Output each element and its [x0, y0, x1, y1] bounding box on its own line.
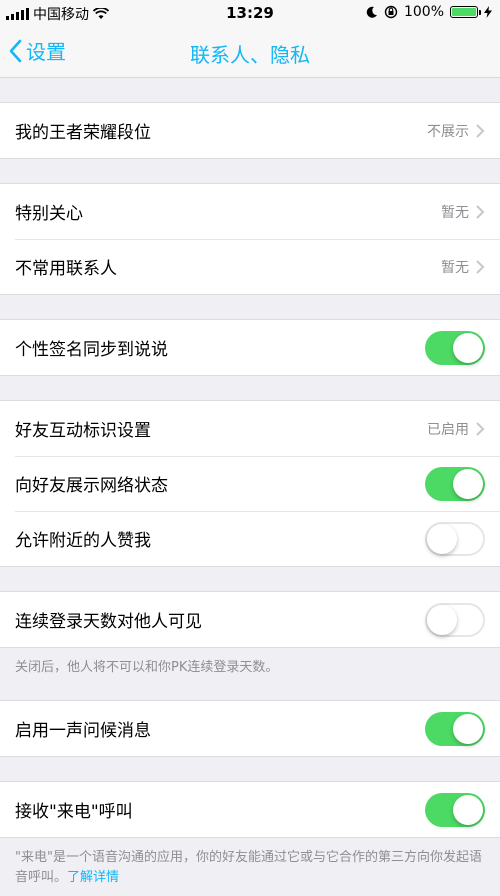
group-call: 接收"来电"呼叫	[0, 781, 500, 838]
charging-bolt-icon	[484, 6, 492, 18]
battery-icon	[450, 6, 481, 18]
battery-percent: 100%	[403, 4, 444, 20]
group-greeting: 启用一声问候消息	[0, 700, 500, 757]
row-label: 连续登录天数对他人可见	[15, 612, 202, 632]
login-days-note: 关闭后，他人将不可以和你PK连续登录天数。	[15, 660, 279, 675]
row-uncommon-contacts[interactable]: 不常用联系人 暂无	[0, 239, 500, 294]
navigation-bar: 设置 联系人、隐私	[0, 26, 500, 78]
group-friends: 好友互动标识设置 已启用 向好友展示网络状态 允许附近的人赞我	[0, 400, 500, 567]
signature-sync-toggle[interactable]	[425, 330, 485, 365]
group-signature: 个性签名同步到说说	[0, 319, 500, 376]
row-label: 不常用联系人	[15, 259, 117, 279]
group-contacts: 特别关心 暂无 不常用联系人 暂无	[0, 183, 500, 295]
row-greeting: 启用一声问候消息	[0, 701, 500, 756]
row-login-days: 连续登录天数对他人可见	[0, 592, 500, 647]
group-rank: 我的王者荣耀段位 不展示	[0, 102, 500, 159]
login-days-toggle[interactable]	[425, 602, 485, 637]
row-rank[interactable]: 我的王者荣耀段位 不展示	[0, 103, 500, 158]
row-label: 启用一声问候消息	[15, 721, 151, 741]
moon-icon	[366, 6, 377, 18]
row-label: 我的王者荣耀段位	[15, 123, 151, 143]
row-nearby-like: 允许附近的人赞我	[0, 511, 500, 566]
chevron-right-icon	[476, 421, 485, 436]
row-call: 接收"来电"呼叫	[0, 782, 500, 837]
row-label: 特别关心	[15, 204, 83, 224]
network-status-toggle[interactable]	[425, 466, 485, 501]
chevron-right-icon	[476, 204, 485, 219]
orientation-lock-icon	[384, 5, 398, 19]
status-right: 100%	[366, 4, 492, 20]
row-label: 个性签名同步到说说	[15, 340, 168, 360]
chevron-right-icon	[476, 123, 485, 138]
chevron-right-icon	[476, 259, 485, 274]
row-value: 暂无	[441, 259, 469, 276]
group-login-days: 连续登录天数对他人可见	[0, 591, 500, 648]
row-network-status: 向好友展示网络状态	[0, 456, 500, 511]
status-bar: 中国移动 13:29 100%	[0, 0, 500, 26]
row-interaction-mark[interactable]: 好友互动标识设置 已启用	[0, 401, 500, 456]
nearby-like-toggle[interactable]	[425, 521, 485, 556]
call-toggle[interactable]	[425, 792, 485, 827]
row-value: 不展示	[427, 123, 469, 140]
row-label: 接收"来电"呼叫	[15, 802, 133, 822]
row-label: 向好友展示网络状态	[15, 476, 168, 496]
row-signature-sync: 个性签名同步到说说	[0, 320, 500, 375]
call-note: "来电"是一个语音沟通的应用，你的好友能通过它或与它合作的第三方向你发起语音呼叫…	[0, 838, 500, 896]
greeting-toggle[interactable]	[425, 711, 485, 746]
row-value: 暂无	[441, 204, 469, 221]
row-label: 允许附近的人赞我	[15, 531, 151, 551]
row-label: 好友互动标识设置	[15, 421, 151, 441]
learn-more-link[interactable]: 了解详情	[67, 870, 119, 885]
row-special-care[interactable]: 特别关心 暂无	[0, 184, 500, 239]
row-value: 已启用	[427, 421, 469, 438]
page-title: 联系人、隐私	[190, 43, 310, 67]
